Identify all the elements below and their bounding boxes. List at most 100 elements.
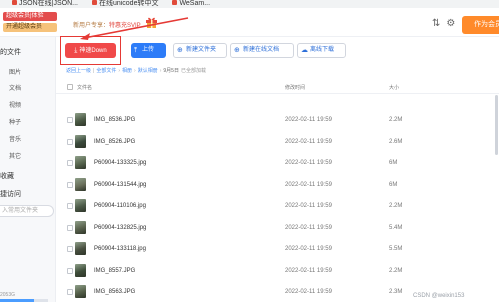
storage-text: 2053G xyxy=(0,292,16,298)
table-header: 文件名 修改时间 大小 xyxy=(56,80,499,94)
image-thumbnail[interactable] xyxy=(75,134,86,148)
join-vip-button[interactable]: 开通超级会员 xyxy=(3,23,57,32)
row-checkbox[interactable] xyxy=(67,117,73,123)
row-checkbox[interactable] xyxy=(67,138,73,145)
bookmark-favicon-icon xyxy=(91,0,97,5)
app-window: { "bookmarks": ["JSON在线|JSON...", "在线uni… xyxy=(0,0,499,302)
sidebar-item-torrents[interactable]: 种子 xyxy=(0,117,56,126)
file-size: 6M xyxy=(389,181,398,188)
file-name[interactable]: P60904-131544.jpg xyxy=(94,182,146,188)
watermark: CSDN @weixin153 xyxy=(413,293,465,299)
settings-icon[interactable]: ⚙ xyxy=(446,18,455,29)
file-modified: 2022-02-11 19:59 xyxy=(285,138,332,145)
new-folder-button[interactable]: ⊕ 新建文件夹 xyxy=(173,43,227,58)
sidebar-item-other[interactable]: 其它 xyxy=(0,151,56,160)
transfer-icon[interactable]: ⇅ xyxy=(432,18,440,29)
image-thumbnail[interactable] xyxy=(75,220,86,234)
table-row[interactable]: IMG_8536.JPG 2022-02-11 19:59 2.2M xyxy=(56,110,499,130)
sidebar-item-music[interactable]: 音乐 xyxy=(0,134,56,143)
upload-label: 上传 xyxy=(142,47,155,53)
sidebar-item-label: 其它 xyxy=(9,154,22,160)
new-online-doc-button[interactable]: ⊕ 新建在线文档 xyxy=(230,43,294,58)
offline-download-button[interactable]: ☁ 离线下载 xyxy=(297,43,346,58)
file-name[interactable]: IMG_8563.JPG xyxy=(94,289,135,295)
sidebar-item-images[interactable]: 图片 xyxy=(0,67,56,76)
annotation-arrow-icon xyxy=(80,17,189,40)
sidebar-favorites[interactable]: 收藏 xyxy=(0,171,14,181)
bookmark-item[interactable]: JSON在线|JSON... xyxy=(12,0,78,8)
row-checkbox[interactable] xyxy=(67,267,73,274)
file-size: 2.2M xyxy=(389,267,403,274)
table-row[interactable]: IMG_8557.JPG 2022-02-11 19:59 2.2M xyxy=(56,261,499,281)
header-icons: ⇅ ⚙ xyxy=(432,18,461,29)
select-all-checkbox[interactable] xyxy=(67,84,73,90)
quick-access-search-input[interactable]: 入常用文件夹 xyxy=(0,205,54,217)
table-row[interactable]: IMG_8526.JPG 2022-02-11 19:59 2.6M xyxy=(56,132,499,152)
offline-download-label: 离线下载 xyxy=(310,47,335,53)
sidebar-quick-access[interactable]: 捷访问 xyxy=(0,189,21,199)
column-modified[interactable]: 修改时间 xyxy=(285,84,305,91)
bookmark-favicon-icon xyxy=(12,0,17,5)
file-name[interactable]: IMG_8526.JPG xyxy=(94,139,135,145)
sidebar-item-label: 种子 xyxy=(9,120,22,126)
scrollbar[interactable] xyxy=(495,95,498,155)
file-size: 2.6M xyxy=(389,138,403,145)
breadcrumb-back[interactable]: 返回上一级 xyxy=(66,68,91,74)
row-checkbox[interactable] xyxy=(67,160,73,166)
file-size: 2.2M xyxy=(389,117,403,123)
bookmark-item[interactable]: WeSam... xyxy=(172,0,210,8)
row-checkbox[interactable] xyxy=(67,224,73,231)
file-modified: 2022-02-11 19:59 xyxy=(285,117,332,123)
breadcrumb-item[interactable]: 默认相册 xyxy=(138,68,158,74)
image-thumbnail[interactable] xyxy=(75,242,86,255)
breadcrumb-item[interactable]: 全部文件 xyxy=(96,68,116,74)
upload-button[interactable]: ⤒ 上传 xyxy=(131,43,166,58)
vip-badge[interactable]: 超级会员|体验 xyxy=(3,12,57,21)
image-thumbnail[interactable] xyxy=(75,199,86,212)
table-row[interactable]: P60904-132825.jpg 2022-02-11 19:59 5.4M xyxy=(56,218,499,238)
app-header: 超级会员|体验 开通超级会员 新用户专享：特惠充SVIP ⇅ ⚙ 作为会员 xyxy=(0,8,499,37)
table-row[interactable]: P60904-133325.jpg 2022-02-11 19:59 6M xyxy=(56,153,499,173)
file-name[interactable]: P60904-133325.jpg xyxy=(94,160,146,166)
sidebar-title[interactable]: 的文件 xyxy=(0,47,21,57)
row-checkbox[interactable] xyxy=(67,181,73,188)
file-name[interactable]: IMG_8557.JPG xyxy=(94,268,135,274)
image-thumbnail[interactable] xyxy=(75,113,86,126)
row-checkbox[interactable] xyxy=(67,289,73,295)
row-checkbox[interactable] xyxy=(67,203,73,209)
file-modified: 2022-02-11 19:59 xyxy=(285,246,332,252)
sidebar-item-label: 音乐 xyxy=(9,137,22,143)
table-row[interactable]: P60904-133118.jpg 2022-02-11 19:59 5.5M xyxy=(56,239,499,259)
doc-plus-icon: ⊕ xyxy=(234,47,240,54)
file-size: 5.4M xyxy=(389,224,403,231)
sidebar-item-label: 图片 xyxy=(9,70,22,76)
image-thumbnail[interactable] xyxy=(75,285,86,298)
file-size: 2.3M xyxy=(389,289,403,295)
upload-icon: ⤒ xyxy=(134,47,138,54)
sidebar-item-docs[interactable]: 文档 xyxy=(0,83,56,92)
image-thumbnail[interactable] xyxy=(75,263,86,277)
bookmark-favicon-icon xyxy=(172,0,178,5)
loaded-status: 已全部加载 xyxy=(181,68,207,74)
breadcrumb-item[interactable]: 相册 xyxy=(122,68,132,74)
sidebar-item-videos[interactable]: 视频 xyxy=(0,100,56,109)
image-thumbnail[interactable] xyxy=(75,177,86,191)
table-row[interactable]: IMG_8563.JPG 2022-02-11 19:59 2.3M xyxy=(56,282,499,302)
file-name[interactable]: IMG_8536.JPG xyxy=(94,117,135,123)
table-row[interactable]: P60904-110106.jpg 2022-02-11 19:59 2.2M xyxy=(56,196,499,216)
file-name[interactable]: P60904-133118.jpg xyxy=(94,246,146,252)
file-size: 6M xyxy=(389,160,398,166)
table-row[interactable]: P60904-131544.jpg 2022-02-11 19:59 6M xyxy=(56,175,499,195)
file-size: 2.2M xyxy=(389,203,403,209)
new-doc-label: 新建在线文档 xyxy=(243,47,280,53)
member-button[interactable]: 作为会员 xyxy=(462,16,499,34)
file-name[interactable]: P60904-132825.jpg xyxy=(94,225,146,231)
sidebar-item-label: 视频 xyxy=(9,103,22,109)
column-size[interactable]: 大小 xyxy=(389,84,399,91)
file-name[interactable]: P60904-110106.jpg xyxy=(94,203,146,209)
file-modified: 2022-02-11 19:59 xyxy=(285,289,332,295)
bookmark-item[interactable]: 在线unicode转中文 xyxy=(91,0,158,8)
image-thumbnail[interactable] xyxy=(75,156,86,169)
row-checkbox[interactable] xyxy=(67,246,73,252)
column-name[interactable]: 文件名 xyxy=(77,84,92,91)
